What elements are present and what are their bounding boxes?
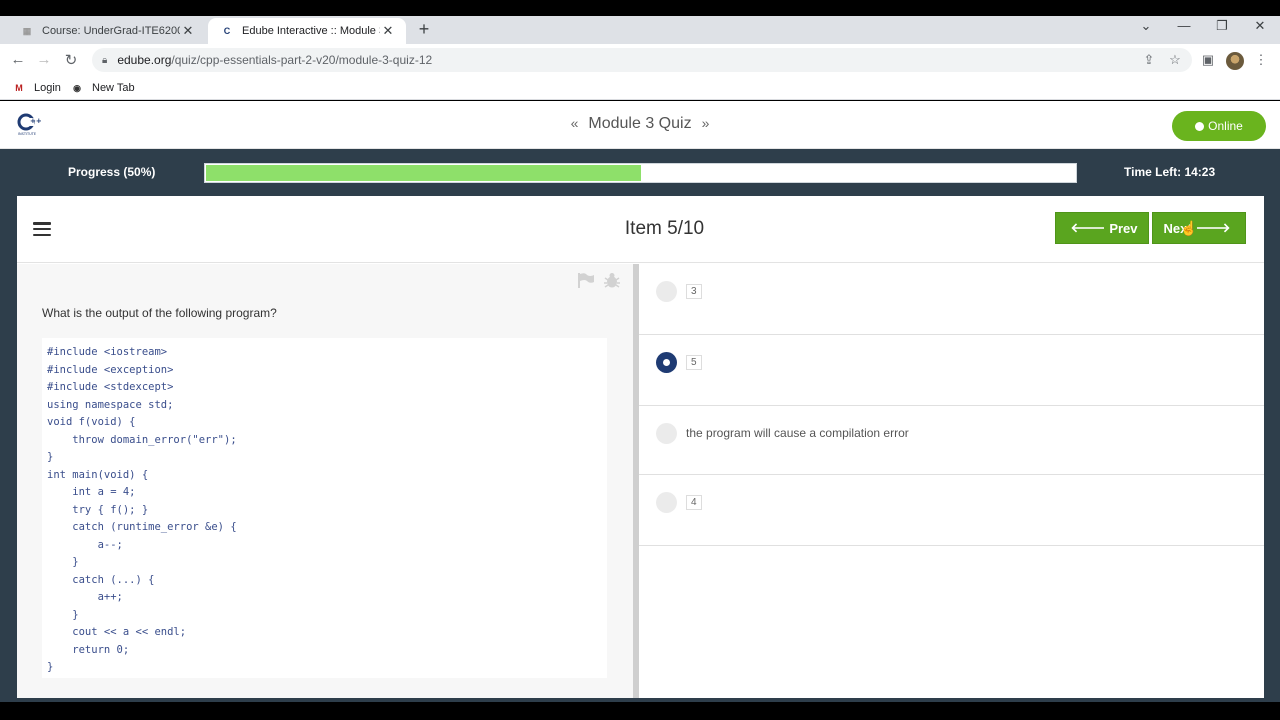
- time-left: Time Left: 14:23: [1124, 165, 1216, 179]
- bookmark-label: New Tab: [92, 82, 135, 94]
- answer-option[interactable]: 3: [639, 264, 1264, 335]
- progress-label: Progress (50%): [68, 165, 156, 179]
- restore-icon[interactable]: ❐: [1207, 18, 1237, 34]
- question-text: What is the output of the following prog…: [42, 306, 277, 320]
- address-bar[interactable]: 🔒︎ edube.org/quiz/cpp-essentials-part-2-…: [92, 48, 1192, 72]
- online-status-button[interactable]: Online: [1172, 111, 1266, 141]
- prev-label: Prev: [1109, 220, 1138, 236]
- bookmark-new-tab[interactable]: ◉ New Tab: [70, 81, 135, 95]
- login-favicon-icon: M: [15, 83, 23, 93]
- arrow-left-icon: 🡐: [1070, 220, 1106, 235]
- mouse-cursor-icon: ☝: [1180, 220, 1198, 236]
- answer-text: 3: [686, 284, 702, 299]
- next-module-chevron-icon[interactable]: »: [702, 115, 710, 131]
- quiz-title-bar: « Module 3 Quiz »: [0, 115, 1280, 133]
- answer-text: 5: [686, 355, 702, 370]
- share-icon[interactable]: ⇪: [1140, 52, 1158, 68]
- cpp-favicon-icon: C: [223, 26, 231, 36]
- flag-icon[interactable]: [577, 272, 595, 288]
- quiz-card: Item 5/10 🡐 Prev Next 🡒 What is the outp…: [17, 196, 1264, 698]
- bottom-black-bar: [0, 702, 1280, 720]
- profile-avatar[interactable]: [1226, 52, 1244, 70]
- tab-strip: ▦ Course: UnderGrad-ITE6200A-22 ✕ C Edub…: [0, 16, 1280, 44]
- prev-button[interactable]: 🡐 Prev: [1055, 212, 1149, 244]
- forward-arrow-icon[interactable]: →: [34, 51, 54, 68]
- back-arrow-icon[interactable]: ←: [8, 51, 28, 68]
- tab-search-chevron-icon[interactable]: ⌄: [1131, 18, 1161, 34]
- progress-bar: [204, 163, 1077, 183]
- tab-title: Edube Interactive :: Module 3 Qu: [242, 25, 380, 37]
- radio-button[interactable]: [656, 423, 677, 444]
- new-tab-icon[interactable]: +: [414, 19, 434, 40]
- answer-text: the program will cause a compilation err…: [686, 426, 909, 440]
- close-icon[interactable]: ✕: [380, 23, 396, 39]
- lock-icon: 🔒︎: [102, 54, 108, 66]
- status-dot-icon: [1195, 121, 1205, 131]
- answer-text: 4: [686, 495, 702, 510]
- radio-button[interactable]: [656, 492, 677, 513]
- bookmark-star-icon[interactable]: ☆: [1166, 52, 1184, 68]
- url-path: /quiz/cpp-essentials-part-2-v20/module-3…: [171, 53, 433, 67]
- bug-report-icon[interactable]: [603, 272, 621, 288]
- close-icon[interactable]: ✕: [180, 23, 196, 39]
- bookmark-login[interactable]: M Login: [12, 81, 61, 95]
- radio-button-selected[interactable]: [656, 352, 677, 373]
- browser-toolbar: ← → ↻ 🔒︎ edube.org/quiz/cpp-essentials-p…: [0, 44, 1280, 76]
- answers-pane: 3 5 the program will cause a compilation…: [639, 264, 1264, 698]
- minimize-icon[interactable]: —: [1169, 18, 1199, 33]
- tab-title: Course: UnderGrad-ITE6200A-22: [42, 25, 180, 37]
- answer-option[interactable]: 5: [639, 335, 1264, 406]
- window-close-icon[interactable]: ✕: [1245, 18, 1275, 34]
- item-header: Item 5/10 🡐 Prev Next 🡒: [17, 196, 1264, 263]
- progress-bar-fill: [206, 165, 641, 181]
- top-black-bar: [0, 0, 1280, 16]
- reload-icon[interactable]: ↻: [61, 51, 81, 69]
- tab-course[interactable]: ▦ Course: UnderGrad-ITE6200A-22 ✕: [8, 18, 206, 44]
- course-favicon-icon: ▦: [22, 25, 32, 36]
- online-label: Online: [1208, 119, 1243, 133]
- quiz-page: ++ INSTITUTE «Module 3 Quiz» Online Prog…: [0, 101, 1280, 702]
- tab-edube[interactable]: C Edube Interactive :: Module 3 Qu ✕: [208, 18, 406, 44]
- bookmark-label: Login: [34, 82, 61, 94]
- menu-dots-icon[interactable]: ⋮: [1252, 52, 1270, 68]
- question-pane: What is the output of the following prog…: [17, 264, 633, 698]
- prev-module-chevron-icon[interactable]: «: [571, 115, 579, 131]
- url-host: edube.org: [117, 53, 172, 67]
- arrow-right-icon: 🡒: [1195, 220, 1231, 235]
- quiz-title: Module 3 Quiz: [588, 115, 692, 132]
- side-panel-icon[interactable]: ▣: [1199, 52, 1217, 68]
- next-button[interactable]: Next 🡒: [1152, 212, 1246, 244]
- radio-button[interactable]: [656, 281, 677, 302]
- site-header: ++ INSTITUTE «Module 3 Quiz» Online: [0, 101, 1280, 149]
- question-tools: [577, 272, 621, 288]
- bookmarks-bar: M Login ◉ New Tab: [0, 76, 1280, 100]
- answer-option[interactable]: the program will cause a compilation err…: [639, 406, 1264, 475]
- answer-option[interactable]: 4: [639, 475, 1264, 546]
- code-block: #include <iostream> #include <exception>…: [42, 338, 607, 678]
- screen: ▦ Course: UnderGrad-ITE6200A-22 ✕ C Edub…: [0, 0, 1280, 720]
- globe-icon: ◉: [73, 82, 81, 93]
